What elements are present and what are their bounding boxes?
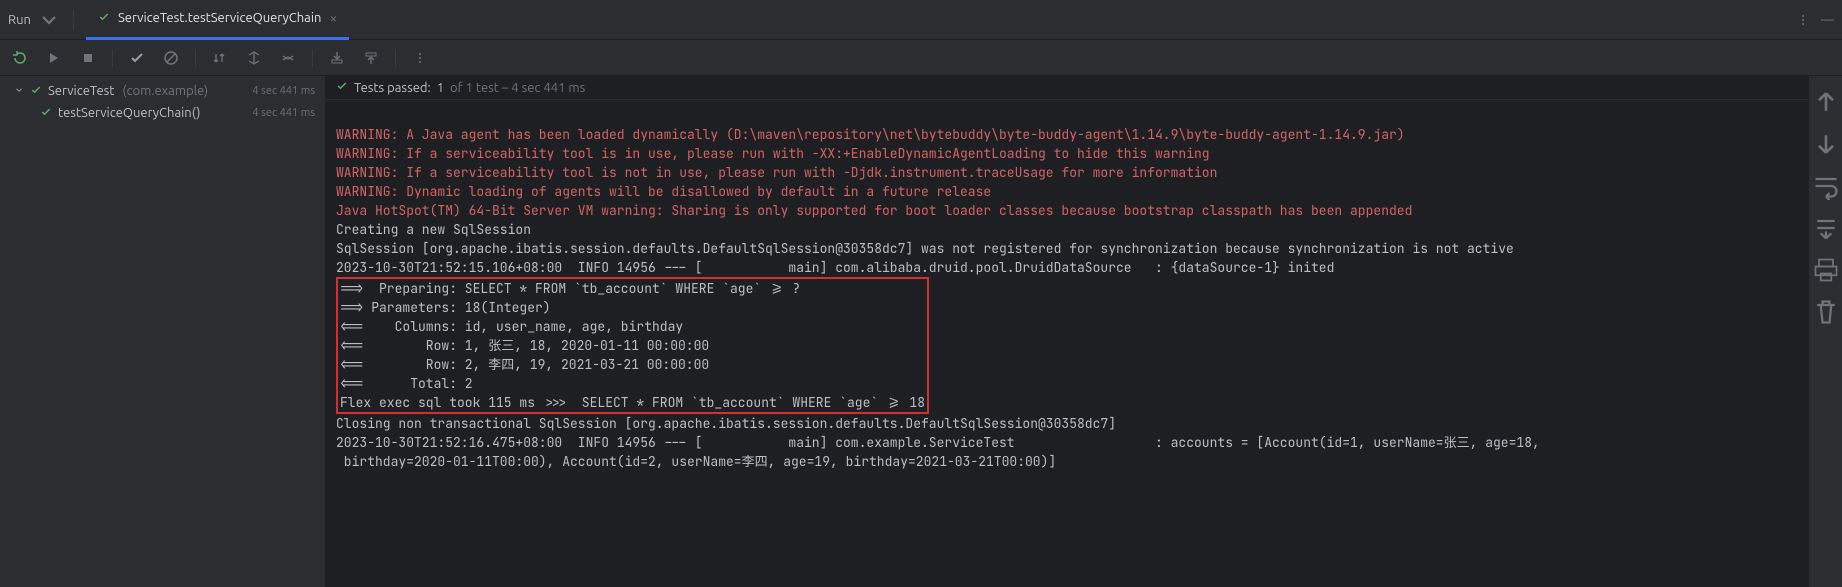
console-line: WARNING: If a serviceability tool is not… [336, 164, 1217, 181]
show-passed-icon[interactable] [125, 46, 149, 70]
run-label-text: Run [8, 13, 31, 27]
check-icon [336, 80, 348, 95]
summary-count: 1 [437, 81, 444, 95]
separator [112, 49, 113, 67]
separator [195, 49, 196, 67]
check-icon [30, 84, 42, 99]
toolbar-more-icon[interactable] [408, 46, 432, 70]
summary-label: Tests passed: [354, 81, 431, 95]
tab-title: ServiceTest.testServiceQueryChain [118, 11, 322, 25]
console-line: SqlSession [org.apache.ibatis.session.de… [336, 240, 1514, 257]
minimize-icon[interactable]: — [1821, 13, 1834, 27]
content: ServiceTest (com.example) 4 sec 441 ms t… [0, 76, 1808, 587]
sort-icon[interactable] [208, 46, 232, 70]
console-output[interactable]: WARNING: A Java agent has been loaded dy… [326, 100, 1808, 587]
separator [312, 49, 313, 67]
tree-method-node[interactable]: testServiceQueryChain() 4 sec 441 ms [0, 102, 325, 124]
export-icon[interactable] [359, 46, 383, 70]
tree-node-package: (com.example) [122, 84, 208, 98]
separator [395, 49, 396, 67]
import-icon[interactable] [325, 46, 349, 70]
run-configuration-tab[interactable]: ServiceTest.testServiceQueryChain × [86, 0, 349, 40]
console-line: Java HotSpot(TM) 64-Bit Server VM warnin… [336, 202, 1412, 219]
tree-node-name: testServiceQueryChain() [58, 106, 201, 120]
console-line: WARNING: Dynamic loading of agents will … [336, 183, 991, 200]
close-icon[interactable]: × [329, 10, 337, 26]
tree-node-time: 4 sec 441 ms [252, 85, 315, 97]
run-tool-window-header: Run ServiceTest.testServiceQueryChain × … [0, 0, 1842, 40]
console-line: ==> Parameters: 18(Integer) [340, 299, 551, 316]
separator [73, 10, 74, 30]
console-line: Creating a new SqlSession [336, 221, 531, 238]
console-line: WARNING: A Java agent has been loaded dy… [336, 126, 1405, 143]
more-options-icon[interactable] [1791, 8, 1815, 32]
highlighted-sql-block: ==> Preparing: SELECT * FROM `tb_account… [336, 277, 929, 414]
down-stack-icon[interactable] [1812, 130, 1840, 158]
console-line: WARNING: If a serviceability tool is in … [336, 145, 1210, 162]
show-ignored-icon[interactable] [159, 46, 183, 70]
run-dropdown-chevron-icon[interactable] [37, 8, 61, 32]
tree-node-name: ServiceTest [48, 84, 114, 98]
tree-node-time: 4 sec 441 ms [252, 107, 315, 119]
console-line: Flex exec sql took 115 ms >>> SELECT * F… [340, 394, 925, 411]
check-icon [98, 11, 110, 26]
chevron-down-icon[interactable] [14, 84, 24, 98]
rerun-icon[interactable] [8, 46, 32, 70]
check-icon [40, 106, 52, 121]
main-area: ServiceTest (com.example) 4 sec 441 ms t… [0, 76, 1842, 587]
tree-class-node[interactable]: ServiceTest (com.example) 4 sec 441 ms [0, 80, 325, 102]
test-summary: Tests passed: 1 of 1 test – 4 sec 441 ms [326, 76, 1808, 100]
console-line: ==> Preparing: SELECT * FROM `tb_account… [340, 280, 800, 297]
trash-icon[interactable] [1812, 298, 1840, 326]
console-line: birthday=2020-01-11T00:00), Account(id=2… [336, 453, 1056, 470]
header-left: Run ServiceTest.testServiceQueryChain × [8, 0, 1791, 40]
header-right: — [1791, 8, 1834, 32]
scroll-to-end-icon[interactable] [1812, 214, 1840, 242]
stop-icon[interactable] [76, 46, 100, 70]
console-line: <== Total: 2 [340, 375, 473, 392]
console-line: <== Columns: id, user_name, age, birthda… [340, 318, 683, 335]
collapse-all-icon[interactable] [276, 46, 300, 70]
console-line: <== Row: 2, 李四, 19, 2021-03-21 00:00:00 [340, 356, 709, 373]
rerun-failed-icon[interactable] [42, 46, 66, 70]
run-label[interactable]: Run [8, 8, 61, 32]
console-right-rail [1808, 76, 1842, 587]
expand-all-icon[interactable] [242, 46, 266, 70]
console-line: <== Row: 1, 张三, 18, 2020-01-11 00:00:00 [340, 337, 709, 354]
soft-wrap-icon[interactable] [1812, 172, 1840, 200]
console-panel: Tests passed: 1 of 1 test – 4 sec 441 ms… [326, 76, 1808, 587]
console-line: 2023-10-30T21:52:15.106+08:00 INFO 14956… [336, 259, 1334, 276]
console-line: Closing non transactional SqlSession [or… [336, 415, 1116, 432]
summary-rest: of 1 test – 4 sec 441 ms [450, 81, 585, 95]
up-stack-icon[interactable] [1812, 88, 1840, 116]
console-line: 2023-10-30T21:52:16.475+08:00 INFO 14956… [336, 434, 1548, 451]
test-tree[interactable]: ServiceTest (com.example) 4 sec 441 ms t… [0, 76, 326, 587]
test-toolbar [0, 40, 1842, 76]
print-icon[interactable] [1812, 256, 1840, 284]
